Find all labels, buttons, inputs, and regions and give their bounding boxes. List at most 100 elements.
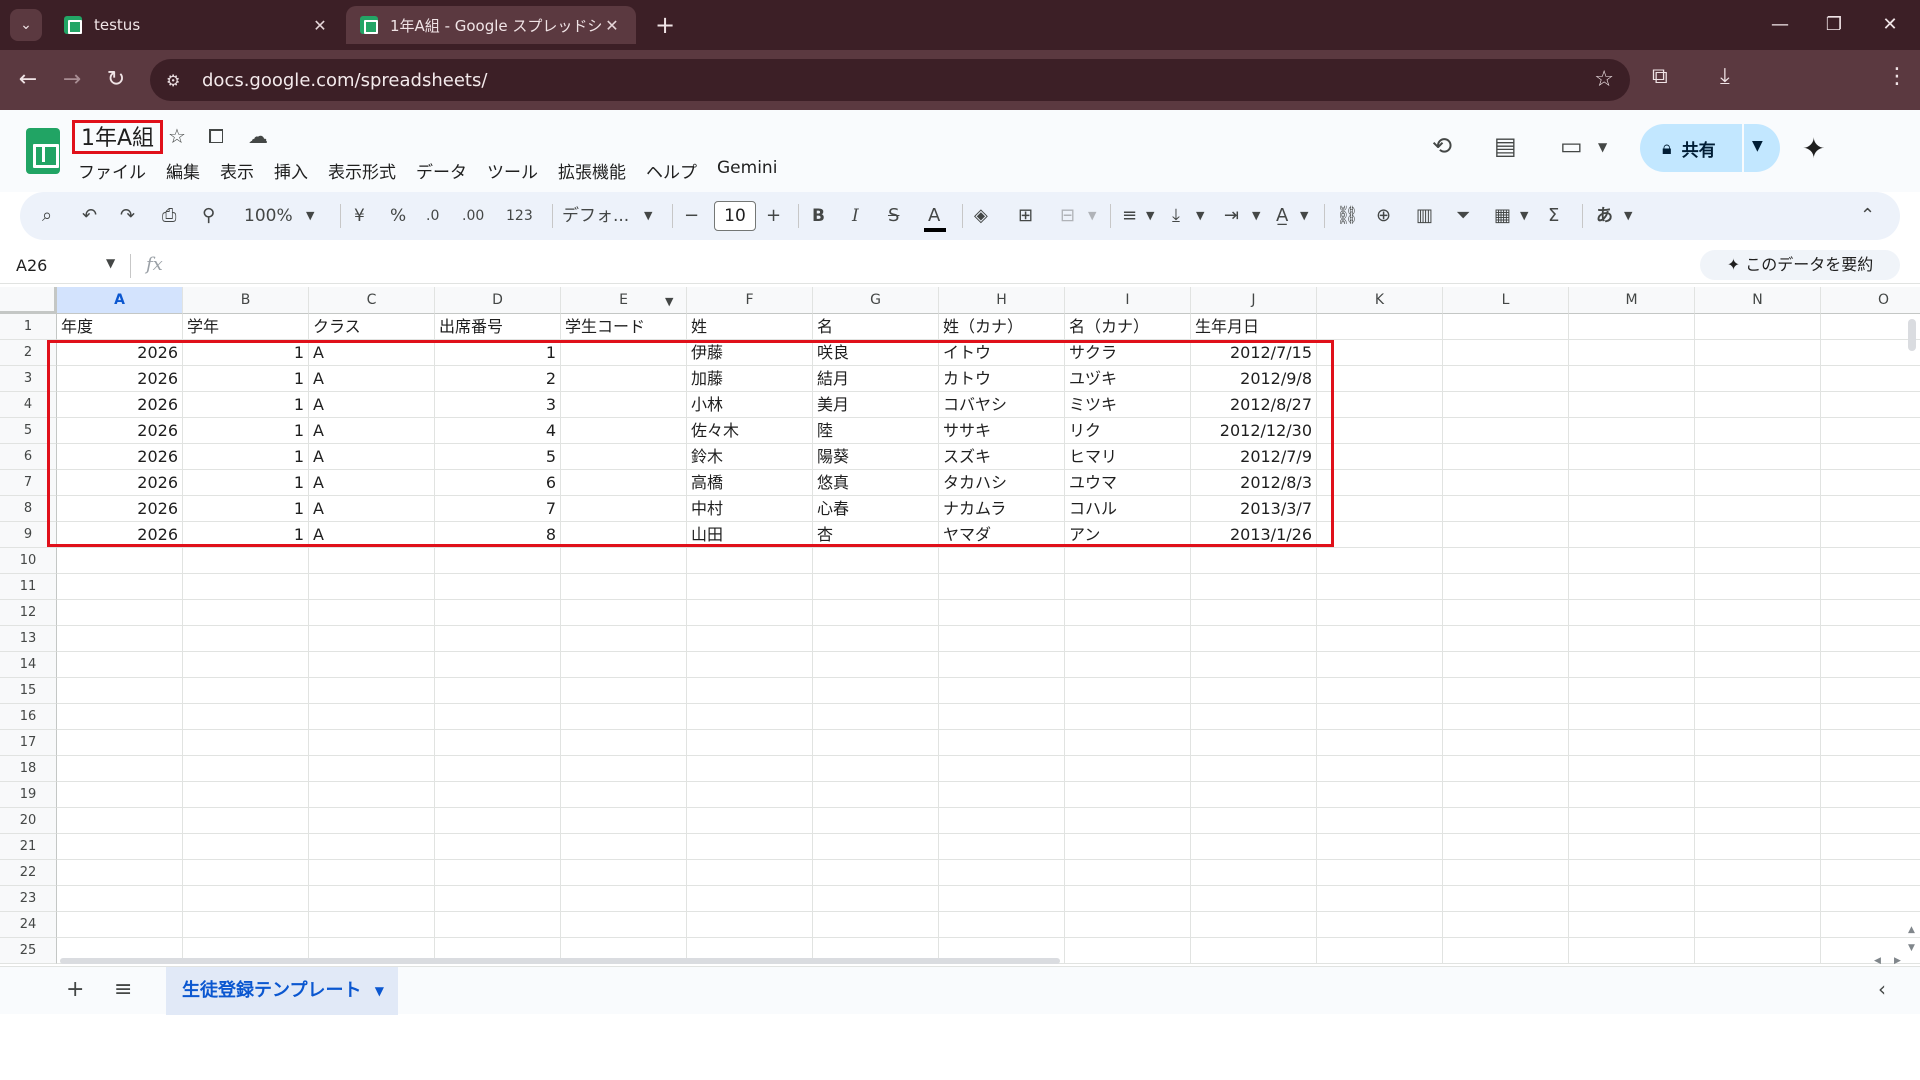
row-header[interactable]: 22 (0, 860, 57, 886)
empty-cell[interactable] (183, 626, 309, 652)
data-cell[interactable]: 2013/1/26 (1191, 522, 1317, 548)
data-cell[interactable]: スズキ (939, 444, 1065, 470)
empty-cell[interactable] (1191, 600, 1317, 626)
row-header[interactable]: 15 (0, 678, 57, 704)
empty-cell[interactable] (1191, 808, 1317, 834)
empty-cell[interactable] (1317, 834, 1443, 860)
data-cell[interactable]: 1 (183, 340, 309, 366)
empty-cell[interactable] (435, 886, 561, 912)
empty-cell[interactable] (1821, 470, 1920, 496)
empty-cell[interactable] (309, 886, 435, 912)
empty-cell[interactable] (57, 704, 183, 730)
tab-close-icon[interactable]: ✕ (310, 16, 330, 35)
data-cell[interactable]: 1 (183, 470, 309, 496)
empty-cell[interactable] (309, 730, 435, 756)
empty-cell[interactable] (561, 860, 687, 886)
empty-cell[interactable] (1443, 392, 1569, 418)
empty-cell[interactable] (561, 756, 687, 782)
tab-search-chevron-icon[interactable]: ⌄ (10, 9, 42, 41)
header-cell[interactable]: 名 (813, 314, 939, 340)
data-cell[interactable]: 2026 (57, 496, 183, 522)
data-cell[interactable]: 2012/8/27 (1191, 392, 1317, 418)
empty-cell[interactable] (1569, 938, 1695, 964)
row-header[interactable]: 8 (0, 496, 57, 522)
empty-cell[interactable] (1569, 418, 1695, 444)
functions-sigma-icon[interactable]: Σ (1548, 204, 1559, 228)
empty-cell[interactable] (183, 678, 309, 704)
align-caret-icon[interactable]: ▼ (1146, 204, 1154, 228)
row-header[interactable]: 7 (0, 470, 57, 496)
empty-cell[interactable] (813, 626, 939, 652)
row-header[interactable]: 1 (0, 314, 57, 340)
empty-cell[interactable] (309, 652, 435, 678)
header-cell[interactable]: 名（カナ） (1065, 314, 1191, 340)
empty-cell[interactable] (57, 600, 183, 626)
data-cell[interactable]: コバヤシ (939, 392, 1065, 418)
empty-cell[interactable] (1191, 730, 1317, 756)
empty-cell[interactable] (1695, 938, 1821, 964)
empty-cell[interactable] (1695, 548, 1821, 574)
empty-cell[interactable] (1065, 548, 1191, 574)
share-caret-icon[interactable]: ▼ (1752, 138, 1763, 154)
empty-cell[interactable] (1569, 548, 1695, 574)
empty-cell[interactable] (1443, 418, 1569, 444)
empty-cell[interactable] (183, 574, 309, 600)
menu-tools[interactable]: ツール (487, 158, 538, 183)
download-icon[interactable]: ⤓ (1720, 64, 1730, 89)
empty-cell[interactable] (435, 756, 561, 782)
empty-cell[interactable] (813, 574, 939, 600)
menu-gemini[interactable]: Gemini (717, 158, 777, 183)
empty-cell[interactable] (1695, 808, 1821, 834)
empty-cell[interactable] (687, 756, 813, 782)
zoom-select[interactable]: 100% (244, 204, 293, 228)
browser-menu-icon[interactable]: ⋮ (1886, 64, 1908, 89)
empty-cell[interactable] (1443, 834, 1569, 860)
empty-cell[interactable] (1569, 392, 1695, 418)
empty-cell[interactable] (687, 626, 813, 652)
empty-cell[interactable] (1065, 782, 1191, 808)
data-cell[interactable]: 咲良 (813, 340, 939, 366)
empty-cell[interactable] (1065, 938, 1191, 964)
data-cell[interactable]: A (309, 366, 435, 392)
empty-cell[interactable] (1569, 730, 1695, 756)
header-cell[interactable]: 学年 (183, 314, 309, 340)
font-select[interactable]: デフォ... (562, 204, 629, 228)
empty-cell[interactable] (183, 886, 309, 912)
empty-cell[interactable] (1695, 522, 1821, 548)
empty-cell[interactable] (1317, 730, 1443, 756)
empty-cell[interactable] (309, 782, 435, 808)
row-header[interactable]: 9 (0, 522, 57, 548)
empty-cell[interactable] (1317, 522, 1443, 548)
empty-cell[interactable] (939, 886, 1065, 912)
data-cell[interactable]: カトウ (939, 366, 1065, 392)
empty-cell[interactable] (309, 626, 435, 652)
row-header[interactable]: 18 (0, 756, 57, 782)
empty-cell[interactable] (1317, 912, 1443, 938)
data-cell[interactable]: 2026 (57, 366, 183, 392)
empty-cell[interactable] (57, 678, 183, 704)
row-header[interactable]: 2 (0, 340, 57, 366)
empty-cell[interactable] (1821, 444, 1920, 470)
site-info-icon[interactable]: ⚙ (166, 71, 188, 90)
column-header-g[interactable]: G (813, 287, 939, 314)
empty-cell[interactable] (183, 808, 309, 834)
data-cell[interactable]: 伊藤 (687, 340, 813, 366)
currency-format-button[interactable]: ¥ (354, 204, 365, 228)
meet-caret-icon[interactable]: ▼ (1598, 140, 1607, 154)
empty-cell[interactable] (1821, 314, 1920, 340)
empty-cell[interactable] (1317, 886, 1443, 912)
empty-cell[interactable] (309, 600, 435, 626)
empty-cell[interactable] (813, 678, 939, 704)
empty-cell[interactable] (813, 834, 939, 860)
data-cell[interactable]: 悠真 (813, 470, 939, 496)
empty-cell[interactable] (309, 574, 435, 600)
empty-cell[interactable] (435, 626, 561, 652)
empty-cell[interactable] (1695, 652, 1821, 678)
increase-decimal-button[interactable]: .00 (462, 204, 484, 228)
empty-cell[interactable] (1443, 860, 1569, 886)
name-box-caret-icon[interactable]: ▼ (106, 256, 115, 270)
column-header-c[interactable]: C (309, 287, 435, 314)
empty-cell[interactable] (1695, 470, 1821, 496)
empty-cell[interactable] (1317, 808, 1443, 834)
filter-icon[interactable]: ⏷ (1456, 204, 1470, 228)
